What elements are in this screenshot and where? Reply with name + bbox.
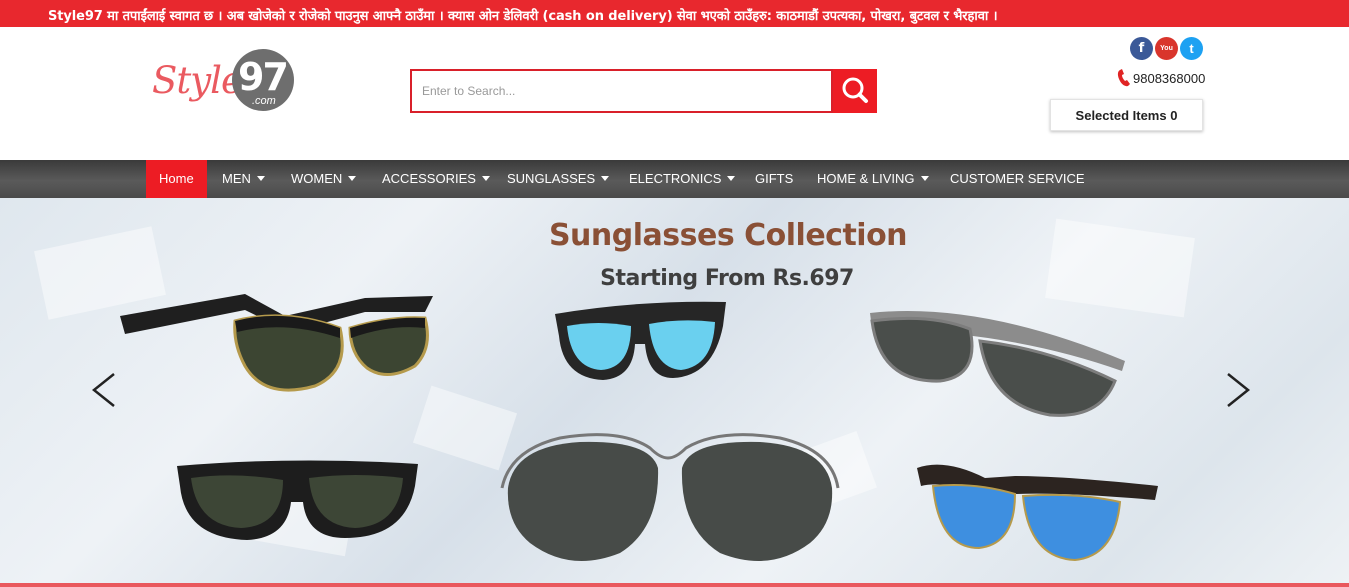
wayfarer-green-sunglasses-image [177,460,418,540]
search-bar [410,69,877,113]
caret-down-icon [601,176,610,181]
nav-label: Home [159,171,194,186]
nav-label: WOMEN [291,171,343,186]
youtube-icon[interactable]: You Tube [1155,37,1178,75]
announcement-text: Style97 मा तपाईंलाई स्वागत छ । अब खोजेको… [48,9,998,24]
nav-men[interactable]: MEN [222,160,265,198]
nav-customer-service[interactable]: CUSTOMER SERVICE [950,160,1085,198]
clubmaster-blue-sunglasses-image [917,464,1158,562]
nav-label: MEN [222,171,251,186]
main-nav: Home MEN WOMEN ACCESSORIES SUNGLASSES EL… [0,160,1349,198]
chevron-left-icon[interactable] [88,370,118,410]
nav-label: CUSTOMER SERVICE [950,171,1085,186]
nav-electronics[interactable]: ELECTRONICS [629,160,736,198]
search-button[interactable] [833,69,877,113]
sport-wrap-sunglasses-image [870,311,1125,417]
nav-women[interactable]: WOMEN [291,160,357,198]
aviator-sunglasses-image [500,433,840,561]
caret-down-icon [481,176,490,181]
nav-sunglasses[interactable]: SUNGLASSES [507,160,610,198]
wayfarer-blue-sunglasses-image [555,301,726,380]
phone-number: 9808368000 [1133,71,1206,86]
nav-label: ELECTRONICS [629,171,722,186]
clubmaster-sunglasses-image [120,294,433,392]
facebook-icon[interactable]: f [1130,37,1153,60]
nav-gifts[interactable]: GIFTS [755,160,793,198]
contact-phone: 9808368000 [1117,68,1217,90]
search-input[interactable] [410,69,833,113]
logo-number: 97 [238,55,289,99]
caret-down-icon [920,176,929,181]
hero-slider: Sunglasses Collection Starting From Rs.6… [0,198,1349,587]
logo-suffix: .com [252,95,276,107]
banner-title: Sunglasses Collection [548,218,908,253]
caret-down-icon [348,176,357,181]
nav-label: ACCESSORIES [382,171,476,186]
phone-icon [1117,69,1130,87]
selected-items-button[interactable]: Selected Items 0 [1050,99,1203,131]
announcement-bar: Style97 मा तपाईंलाई स्वागत छ । अब खोजेको… [0,0,1349,27]
site-logo[interactable]: Style 97 .com [150,43,300,123]
nav-accessories[interactable]: ACCESSORIES [382,160,490,198]
twitter-icon[interactable]: t [1180,37,1203,60]
chevron-right-icon[interactable] [1224,370,1254,410]
search-icon [842,77,868,103]
nav-label: HOME & LIVING [817,171,915,186]
nav-home-living[interactable]: HOME & LIVING [817,160,929,198]
caret-down-icon [256,176,265,181]
caret-down-icon [727,176,736,181]
banner-bottom-strip [0,583,1349,587]
nav-home[interactable]: Home [146,160,207,198]
social-links: f You Tube t [1130,37,1210,75]
nav-label: SUNGLASSES [507,171,596,186]
nav-label: GIFTS [755,171,794,186]
logo-word: Style [152,59,243,102]
